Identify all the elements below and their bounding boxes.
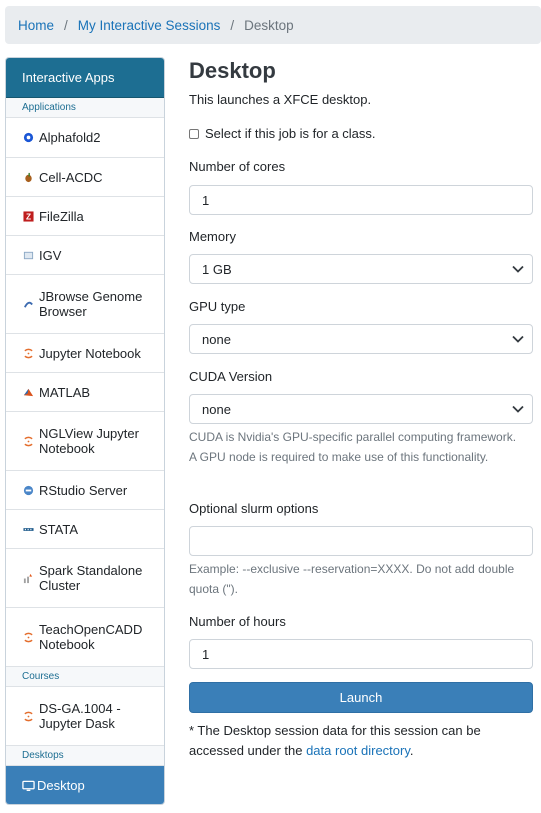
cuda-select[interactable]: none [189, 394, 533, 424]
jupyter-icon [22, 435, 34, 447]
sidebar-item-label: STATA [39, 521, 78, 537]
cuda-value: none [202, 401, 231, 417]
sidebar-item-label: RStudio Server [39, 482, 128, 498]
monitor-icon [22, 780, 35, 792]
sidebar-item-label: Alphafold2 [39, 130, 101, 145]
chevron-down-icon [512, 335, 524, 343]
memory-value: 1 GB [202, 261, 232, 277]
jupyter-icon [22, 347, 34, 359]
sidebar-item-label: MATLAB [39, 384, 91, 400]
sidebar-item-desktop[interactable]: Desktop [6, 766, 164, 804]
cuda-label: CUDA Version [189, 369, 273, 384]
sidebar-item-stata[interactable]: STATA [6, 510, 164, 549]
filezilla-icon: Z [22, 210, 34, 222]
sidebar-header: Interactive Apps [6, 58, 164, 98]
slurm-label: Optional slurm options [189, 501, 319, 516]
matlab-icon [22, 386, 34, 398]
sidebar-item-label: JBrowse Genome Browser [39, 289, 143, 319]
cell-acdc-icon [22, 171, 34, 183]
breadcrumb: Home / My Interactive Sessions / Desktop [5, 6, 541, 44]
sidebar-item-label: DS-GA.1004 - Jupyter Dask [39, 701, 121, 731]
slurm-input[interactable] [189, 526, 533, 556]
svg-text:Z: Z [25, 212, 30, 221]
session-data-note-end: . [409, 743, 414, 758]
spark-icon [22, 572, 34, 584]
class-checkbox-label[interactable]: Select if this job is for a class. [205, 126, 376, 141]
sidebar-item-label: Desktop [37, 778, 85, 793]
sidebar-group-courses: Courses [6, 667, 164, 687]
sidebar-item-jupyter-notebook[interactable]: Jupyter Notebook [6, 334, 164, 373]
sidebar-item-label: TeachOpenCADD Notebook [39, 622, 143, 652]
sidebar-item-nglview[interactable]: NGLView Jupyter Notebook [6, 412, 164, 471]
jupyter-icon [22, 710, 34, 722]
cores-input[interactable]: 1 [189, 185, 533, 215]
rstudio-icon [22, 484, 34, 496]
data-root-directory-link[interactable]: data root directory [306, 743, 410, 758]
sidebar-item-ds-ga-1004[interactable]: DS-GA.1004 - Jupyter Dask [6, 687, 164, 746]
sidebar-item-label: FileZilla [39, 208, 84, 224]
launch-button[interactable]: Launch [189, 682, 533, 713]
cuda-help-text: CUDA is Nvidia's GPU-specific parallel c… [189, 430, 517, 464]
sidebar: Interactive Apps Applications Alphafold2… [5, 57, 165, 805]
igv-icon [22, 249, 34, 261]
chevron-down-icon [512, 265, 524, 273]
hours-label: Number of hours [189, 614, 286, 629]
sidebar-item-igv[interactable]: IGV [6, 236, 164, 275]
gpu-value: none [202, 331, 231, 347]
cores-label: Number of cores [189, 159, 286, 174]
breadcrumb-sessions-link[interactable]: My Interactive Sessions [78, 18, 221, 33]
breadcrumb-separator: / [230, 17, 235, 33]
breadcrumb-current: Desktop [244, 17, 294, 33]
gpu-label: GPU type [189, 299, 246, 314]
alphafold-icon [22, 132, 34, 144]
gpu-select[interactable]: none [189, 324, 533, 354]
page-title: Desktop [189, 58, 276, 83]
hours-value: 1 [202, 646, 210, 662]
breadcrumb-home-link[interactable]: Home [18, 18, 54, 33]
sidebar-group-applications: Applications [6, 98, 164, 118]
memory-label: Memory [189, 229, 236, 244]
breadcrumb-separator: / [64, 17, 68, 33]
hours-input[interactable]: 1 [189, 639, 533, 669]
sidebar-item-label: Jupyter Notebook [39, 345, 141, 361]
sidebar-item-spark[interactable]: Spark Standalone Cluster [6, 549, 164, 608]
sidebar-item-label: Cell-ACDC [39, 169, 103, 185]
sidebar-item-rstudio[interactable]: RStudio Server [6, 471, 164, 510]
jupyter-icon [22, 631, 34, 643]
sidebar-item-cell-acdc[interactable]: Cell-ACDC [6, 158, 164, 197]
sidebar-item-label: IGV [39, 247, 62, 263]
slurm-help-text: Example: --exclusive --reservation=XXXX.… [189, 562, 515, 596]
jbrowse-icon [22, 298, 34, 310]
sidebar-item-teachopencadd[interactable]: TeachOpenCADD Notebook [6, 608, 164, 667]
cores-value: 1 [202, 192, 210, 208]
sidebar-item-matlab[interactable]: MATLAB [6, 373, 164, 412]
class-checkbox[interactable] [189, 128, 199, 139]
chevron-down-icon [512, 405, 524, 413]
memory-select[interactable]: 1 GB [189, 254, 533, 284]
sidebar-item-label: NGLView Jupyter Notebook [39, 426, 139, 456]
stata-icon [22, 523, 34, 535]
sidebar-item-filezilla[interactable]: Z FileZilla [6, 197, 164, 236]
sidebar-group-desktops: Desktops [6, 746, 164, 766]
sidebar-item-alphafold2[interactable]: Alphafold2 [6, 118, 164, 158]
class-checkbox-row: Select if this job is for a class. [189, 126, 376, 141]
sidebar-item-label: Spark Standalone Cluster [39, 563, 143, 593]
page-description: This launches a XFCE desktop. [189, 92, 372, 107]
sidebar-item-jbrowse[interactable]: JBrowse Genome Browser [6, 275, 164, 334]
session-data-note: * The Desktop session data for this sess… [189, 721, 533, 761]
